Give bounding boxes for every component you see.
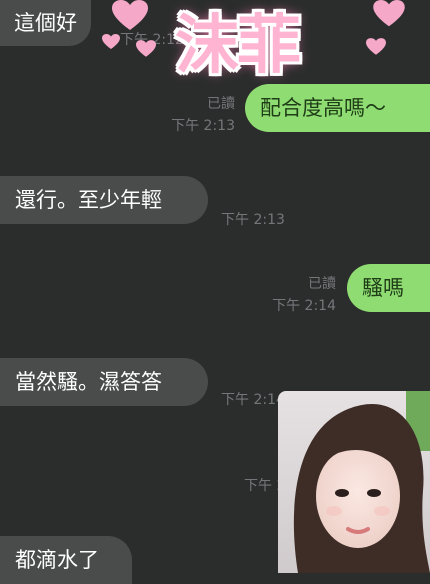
message-bubble-incoming[interactable]: 都滴水了 [0,536,132,584]
message-bubble-outgoing[interactable]: 配合度高嗎～ [245,84,430,132]
heart-icon [112,0,148,30]
heart-icon [136,40,156,57]
heart-icon [373,0,405,27]
message-bubble-incoming[interactable]: 這個好 [0,0,91,46]
portrait-image [278,391,430,573]
heart-icon [366,38,386,55]
message-bubble-incoming[interactable]: 當然騷。濕答答 [0,358,208,406]
sticker-title: 沫菲 [175,9,301,83]
message-timestamp: 下午 2:14 [221,392,285,408]
read-receipt: 已讀 [308,276,336,292]
message-timestamp: 下午 2:13 [221,212,285,228]
message-timestamp: 下午 2:14 [272,298,336,314]
read-receipt: 已讀 [207,96,235,112]
portrait-photo [278,391,430,573]
heart-icon [102,34,120,49]
message-timestamp: 下午 2:13 [171,118,235,134]
message-bubble-incoming[interactable]: 還行。至少年輕 [0,176,208,224]
message-bubble-outgoing[interactable]: 騷嗎 [347,264,430,312]
